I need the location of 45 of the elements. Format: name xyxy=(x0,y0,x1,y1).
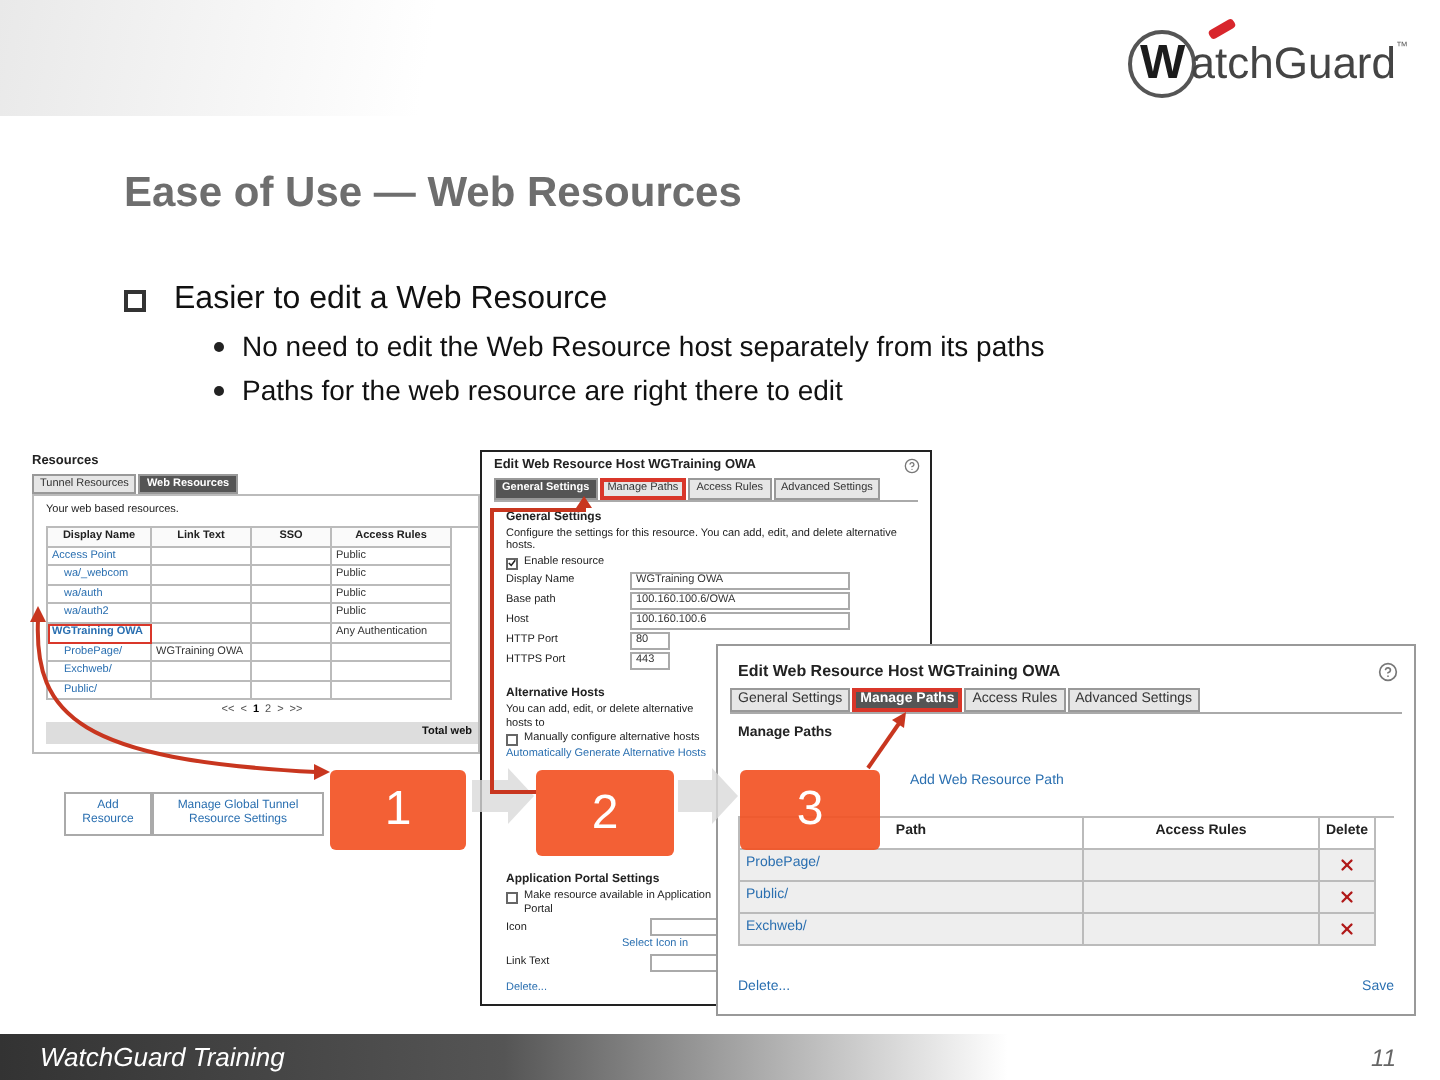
delete-icon[interactable] xyxy=(1338,855,1356,874)
table-cell xyxy=(252,681,332,701)
bullet-text: Paths for the web resource are right there to edit xyxy=(242,372,843,408)
bullet-dot-icon xyxy=(214,385,224,395)
table-cell xyxy=(252,585,332,605)
table-cell xyxy=(152,547,252,567)
table-cell xyxy=(252,566,332,586)
delete-icon[interactable] xyxy=(1338,919,1356,938)
table-cell xyxy=(152,585,252,605)
bullet-dot-icon xyxy=(214,341,224,351)
page-number: 11 xyxy=(1371,1043,1396,1071)
table-cell xyxy=(332,643,452,663)
table-cell xyxy=(152,662,252,682)
checkbox[interactable] xyxy=(506,557,518,570)
footer-label: WatchGuard Training xyxy=(40,1042,285,1072)
help-icon[interactable] xyxy=(904,458,920,474)
table-cell xyxy=(332,662,452,682)
table-cell xyxy=(152,681,252,701)
logo-mark: W xyxy=(1128,30,1197,98)
step-number: 3 xyxy=(740,770,880,850)
bullet-text: Easier to edit a Web Resource xyxy=(174,280,608,320)
checkbox[interactable] xyxy=(506,734,518,747)
table-cell xyxy=(152,623,252,644)
table-cell xyxy=(252,604,332,624)
table-cell xyxy=(252,662,332,682)
step-number: 2 xyxy=(536,770,674,856)
table-cell xyxy=(252,643,332,663)
delete-icon[interactable] xyxy=(1338,887,1356,906)
text-field[interactable] xyxy=(650,918,718,937)
bullet-text: No need to edit the Web Resource host separately from its paths xyxy=(242,328,1045,364)
table-cell xyxy=(252,547,332,567)
table-cell xyxy=(152,604,252,624)
window-title: Edit Web Resource Host WGTraining OWA xyxy=(738,662,1061,682)
step-arrow-icon xyxy=(678,768,738,824)
checkbox[interactable] xyxy=(506,892,518,905)
table-cell xyxy=(332,681,452,701)
square-bullet-icon xyxy=(124,289,146,311)
table-cell xyxy=(152,566,252,586)
connector-arrow xyxy=(866,712,906,770)
step-number: 1 xyxy=(330,770,466,850)
table-cell xyxy=(252,623,332,644)
slide-title: Ease of Use — Web Resources xyxy=(124,168,744,220)
step-arrow-icon xyxy=(472,768,534,824)
text-field[interactable] xyxy=(650,953,718,972)
help-icon[interactable] xyxy=(1378,662,1398,682)
